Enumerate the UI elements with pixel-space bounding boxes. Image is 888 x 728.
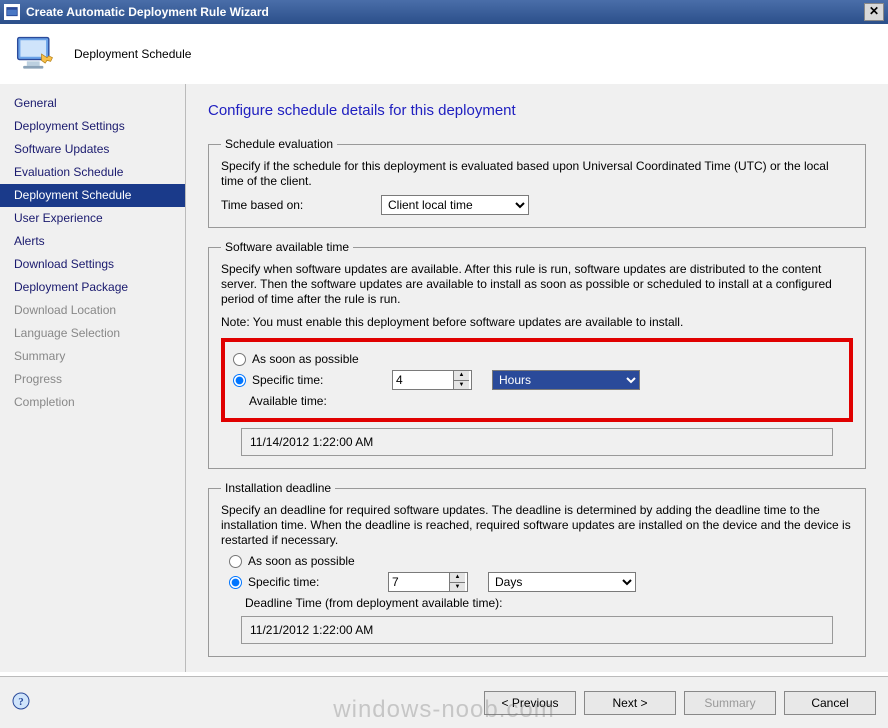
spinner-down-icon[interactable]: ▼ (454, 381, 469, 390)
available-asap-radio[interactable] (233, 353, 246, 366)
software-available-legend: Software available time (221, 240, 353, 254)
deadline-time-display: 11/21/2012 1:22:00 AM (241, 616, 833, 644)
spinner-up-icon[interactable]: ▲ (454, 371, 469, 381)
page-heading: Configure schedule details for this depl… (208, 102, 866, 119)
deadline-asap-radio[interactable] (229, 555, 242, 568)
available-highlight: As soon as possible Specific time: ▲ ▼ (221, 338, 853, 422)
schedule-evaluation-desc: Specify if the schedule for this deploym… (221, 159, 853, 189)
spinner-down-icon[interactable]: ▼ (450, 583, 465, 592)
software-available-group: Software available time Specify when sof… (208, 240, 866, 469)
sidebar-item-completion: Completion (0, 391, 185, 414)
sidebar-item-alerts[interactable]: Alerts (0, 230, 185, 253)
deadline-time-label: Deadline Time (from deployment available… (245, 596, 502, 610)
monitor-icon (14, 32, 58, 76)
available-time-display: 11/14/2012 1:22:00 AM (241, 428, 833, 456)
available-specific-radio[interactable] (233, 374, 246, 387)
help-icon[interactable]: ? (12, 692, 30, 713)
installation-deadline-desc: Specify an deadline for required softwar… (221, 503, 853, 548)
titlebar: Create Automatic Deployment Rule Wizard … (0, 0, 888, 24)
spinner-up-icon[interactable]: ▲ (450, 573, 465, 583)
time-based-on-select[interactable]: Client local time (381, 195, 529, 215)
sidebar-item-evaluation-schedule[interactable]: Evaluation Schedule (0, 161, 185, 184)
step-title: Deployment Schedule (74, 47, 191, 61)
available-asap-label: As soon as possible (252, 352, 359, 366)
installation-deadline-group: Installation deadline Specify an deadlin… (208, 481, 866, 657)
sidebar-item-deployment-package[interactable]: Deployment Package (0, 276, 185, 299)
deadline-asap-label: As soon as possible (248, 554, 355, 568)
sidebar: GeneralDeployment SettingsSoftware Updat… (0, 84, 186, 672)
deadline-specific-radio[interactable] (229, 576, 242, 589)
cancel-button[interactable]: Cancel (784, 691, 876, 715)
schedule-evaluation-group: Schedule evaluation Specify if the sched… (208, 137, 866, 228)
content-pane: Configure schedule details for this depl… (186, 84, 888, 672)
sidebar-item-user-experience[interactable]: User Experience (0, 207, 185, 230)
sidebar-item-software-updates[interactable]: Software Updates (0, 138, 185, 161)
available-time-label: Available time: (249, 394, 327, 408)
sidebar-item-download-settings[interactable]: Download Settings (0, 253, 185, 276)
available-value-spinner[interactable]: ▲ ▼ (392, 370, 472, 390)
sidebar-item-progress: Progress (0, 368, 185, 391)
deadline-value-spinner[interactable]: ▲ ▼ (388, 572, 468, 592)
sidebar-item-summary: Summary (0, 345, 185, 368)
sidebar-item-general[interactable]: General (0, 92, 185, 115)
sidebar-item-language-selection: Language Selection (0, 322, 185, 345)
svg-text:?: ? (18, 696, 24, 708)
software-available-desc: Specify when software updates are availa… (221, 262, 853, 307)
deadline-value-input[interactable] (389, 573, 449, 591)
wizard-footer: ? < Previous Next > Summary Cancel (0, 676, 888, 728)
previous-button[interactable]: < Previous (484, 691, 576, 715)
window-title: Create Automatic Deployment Rule Wizard (26, 5, 864, 19)
sidebar-item-download-location: Download Location (0, 299, 185, 322)
available-specific-label: Specific time: (252, 373, 392, 387)
installation-deadline-legend: Installation deadline (221, 481, 335, 495)
available-unit-select[interactable]: Hours (492, 370, 640, 390)
wizard-icon (4, 4, 20, 20)
summary-button[interactable]: Summary (684, 691, 776, 715)
time-based-on-label: Time based on: (221, 198, 381, 212)
available-value-input[interactable] (393, 371, 453, 389)
sidebar-item-deployment-schedule[interactable]: Deployment Schedule (0, 184, 185, 207)
sidebar-item-deployment-settings[interactable]: Deployment Settings (0, 115, 185, 138)
deadline-specific-label: Specific time: (248, 575, 388, 589)
software-available-note: Note: You must enable this deployment be… (221, 315, 853, 330)
next-button[interactable]: Next > (584, 691, 676, 715)
schedule-evaluation-legend: Schedule evaluation (221, 137, 337, 151)
close-button[interactable]: ✕ (864, 3, 884, 21)
wizard-header: Deployment Schedule (0, 24, 888, 84)
deadline-unit-select[interactable]: Days (488, 572, 636, 592)
main-area: GeneralDeployment SettingsSoftware Updat… (0, 84, 888, 672)
